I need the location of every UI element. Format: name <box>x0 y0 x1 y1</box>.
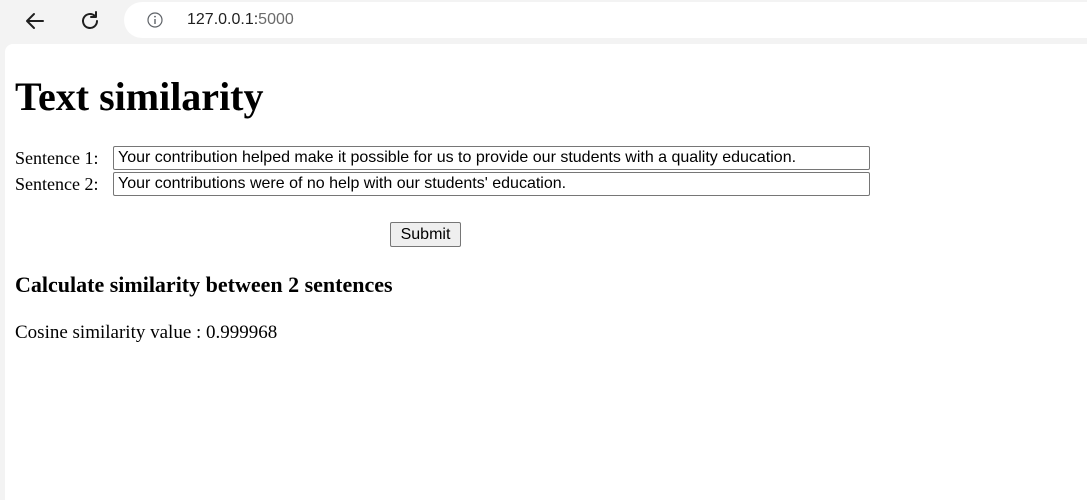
page-title: Text similarity <box>15 74 264 119</box>
back-button[interactable] <box>20 6 50 36</box>
address-bar[interactable]: 127.0.0.1:5000 <box>124 2 1087 38</box>
submit-button[interactable]: Submit <box>390 222 461 247</box>
result-heading: Calculate similarity between 2 sentences <box>15 272 393 297</box>
info-icon[interactable] <box>147 12 163 28</box>
result-value: 0.999968 <box>206 322 278 343</box>
browser-toolbar: 127.0.0.1:5000 <box>0 0 1087 44</box>
sentence1-input[interactable] <box>113 146 870 170</box>
result-line: Cosine similarity value : 0.999968 <box>15 322 277 344</box>
sentence2-label: Sentence 2: <box>15 174 99 194</box>
sentence2-input[interactable] <box>113 172 870 196</box>
result-label: Cosine similarity value : <box>15 322 207 343</box>
sentence1-label: Sentence 1: <box>15 148 99 168</box>
reload-button[interactable] <box>75 6 105 36</box>
url-port: 5000 <box>258 11 294 28</box>
back-arrow-icon <box>26 13 44 29</box>
reload-icon <box>82 11 98 29</box>
url-host: 127.0.0.1: <box>187 11 259 28</box>
page-content: Text similarity Sentence 1: Sentence 2: … <box>5 44 1087 500</box>
url-text[interactable]: 127.0.0.1:5000 <box>187 11 294 29</box>
